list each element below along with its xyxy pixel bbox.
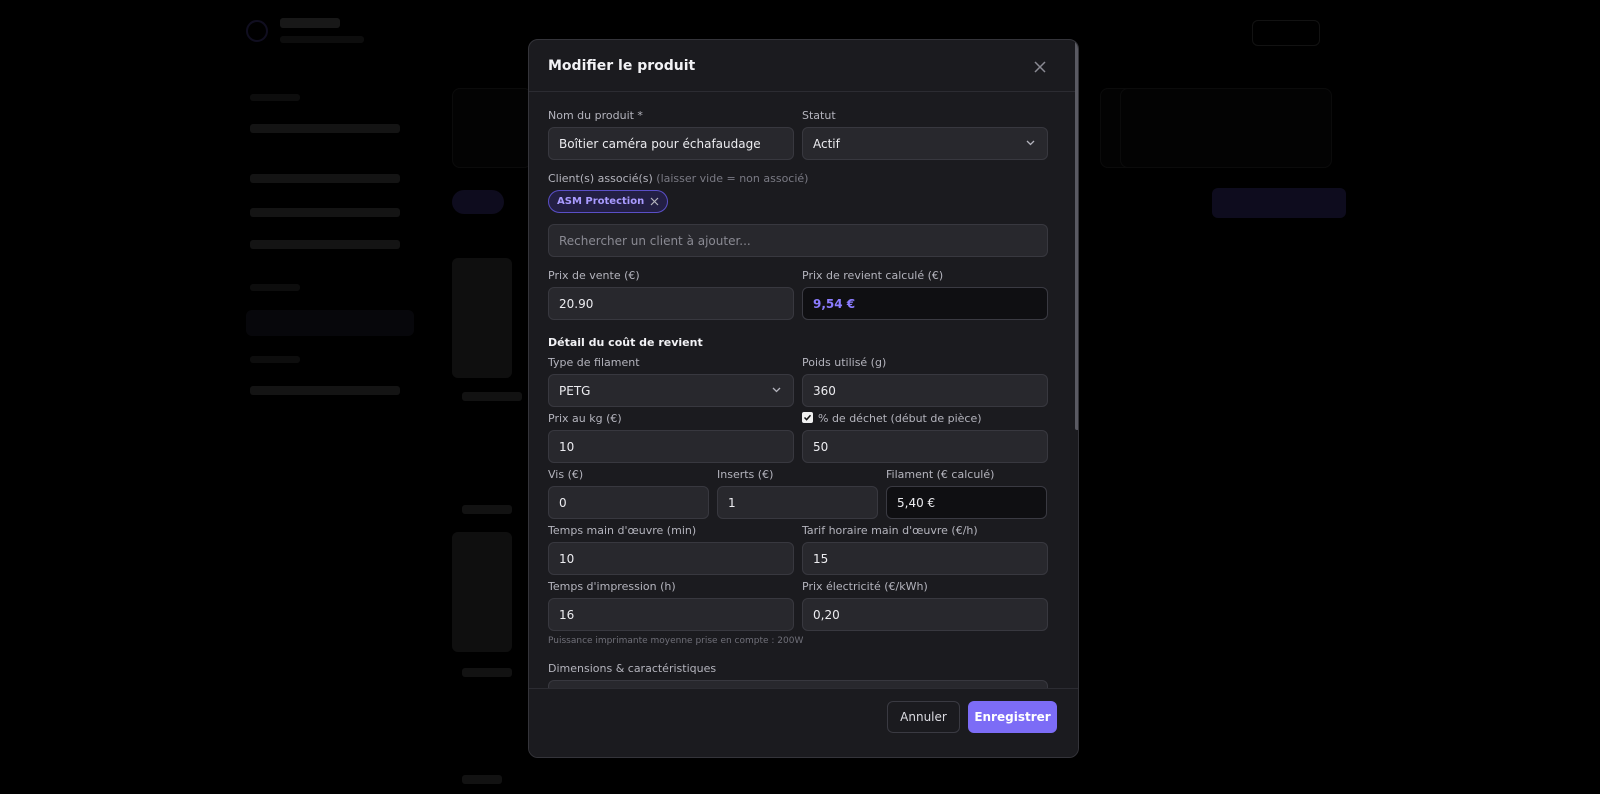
bg-sidebar-active-item bbox=[246, 310, 414, 336]
remove-chip-icon[interactable] bbox=[650, 197, 659, 206]
bg-sidebar-section bbox=[250, 284, 300, 291]
bg-brand-title bbox=[280, 18, 340, 28]
print-time-input[interactable]: 16 bbox=[548, 598, 794, 631]
cost-detail-heading: Détail du coût de revient bbox=[548, 336, 703, 349]
weight-input[interactable]: 360 bbox=[802, 374, 1048, 407]
edit-product-modal: Modifier le produit Nom du produit * Boî… bbox=[528, 39, 1079, 758]
electricity-label: Prix électricité (€/kWh) bbox=[802, 580, 928, 593]
inserts-input[interactable]: 1 bbox=[717, 486, 878, 519]
modal-title: Modifier le produit bbox=[548, 58, 696, 74]
clients-hint: (laisser vide = non associé) bbox=[656, 172, 809, 185]
chevron-down-icon bbox=[1026, 140, 1035, 146]
bg-stat-card bbox=[1120, 88, 1332, 168]
filament-type-value: PETG bbox=[559, 383, 591, 398]
bg-sidebar-section bbox=[250, 356, 300, 363]
client-chip: ASM Protection bbox=[548, 190, 669, 213]
chevron-down-icon bbox=[772, 387, 781, 393]
labor-time-label: Temps main d'œuvre (min) bbox=[548, 524, 697, 537]
app-logo-icon bbox=[246, 20, 268, 42]
client-search-input[interactable]: Rechercher un client à ajouter... bbox=[548, 224, 1048, 257]
clients-label-text: Client(s) associé(s) bbox=[548, 172, 653, 185]
save-button[interactable]: Enregistrer bbox=[968, 701, 1057, 733]
bg-sidebar-item bbox=[250, 240, 400, 249]
bg-new-product-button bbox=[1212, 188, 1346, 218]
print-time-label: Temps d'impression (h) bbox=[548, 580, 676, 593]
electricity-input[interactable]: 0,20 bbox=[802, 598, 1048, 631]
filament-cost-label: Filament (€ calculé) bbox=[886, 468, 995, 481]
bg-sidebar-section bbox=[250, 94, 300, 101]
labor-rate-label: Tarif horaire main d'œuvre (€/h) bbox=[802, 524, 978, 537]
clients-label: Client(s) associé(s) (laisser vide = non… bbox=[548, 172, 808, 185]
bg-brand-subtitle bbox=[280, 36, 364, 43]
cost-price-output: 9,54 € bbox=[802, 287, 1048, 320]
checkmark-icon bbox=[803, 414, 812, 421]
screws-label: Vis (€) bbox=[548, 468, 584, 481]
price-per-kg-input[interactable]: 10 bbox=[548, 430, 794, 463]
labor-time-input[interactable]: 10 bbox=[548, 542, 794, 575]
sale-price-label: Prix de vente (€) bbox=[548, 269, 640, 282]
bg-text-line bbox=[462, 668, 512, 677]
client-chip-label: ASM Protection bbox=[557, 196, 645, 207]
bg-product-image bbox=[452, 532, 512, 652]
waste-label: % de déchet (début de pièce) bbox=[818, 412, 982, 425]
screws-input[interactable]: 0 bbox=[548, 486, 709, 519]
bg-sidebar-item bbox=[250, 208, 400, 217]
bg-product-image bbox=[452, 258, 512, 378]
close-icon bbox=[1034, 61, 1046, 73]
cancel-button[interactable]: Annuler bbox=[887, 701, 960, 733]
inserts-label: Inserts (€) bbox=[717, 468, 774, 481]
status-select[interactable]: Actif bbox=[802, 127, 1048, 160]
bg-stat-card bbox=[452, 88, 532, 168]
bg-text-line bbox=[462, 775, 502, 784]
product-name-input[interactable]: Boîtier caméra pour échafaudage bbox=[548, 127, 794, 160]
close-button[interactable] bbox=[1029, 56, 1051, 78]
bg-filter-pill bbox=[452, 190, 504, 214]
bg-text-line bbox=[462, 392, 522, 401]
filament-cost-output: 5,40 € bbox=[886, 486, 1047, 519]
bg-sidebar-item bbox=[250, 386, 400, 395]
product-name-label: Nom du produit * bbox=[548, 109, 643, 122]
filament-type-label: Type de filament bbox=[548, 356, 640, 369]
price-per-kg-label: Prix au kg (€) bbox=[548, 412, 622, 425]
bg-top-button bbox=[1252, 20, 1320, 46]
modal-header: Modifier le produit bbox=[529, 40, 1078, 92]
power-note: Puissance imprimante moyenne prise en co… bbox=[548, 636, 804, 646]
bg-sidebar-item bbox=[250, 124, 400, 133]
waste-checkbox[interactable] bbox=[802, 412, 813, 423]
modal-scrollbar[interactable] bbox=[1075, 40, 1078, 430]
sale-price-input[interactable]: 20.90 bbox=[548, 287, 794, 320]
labor-rate-input[interactable]: 15 bbox=[802, 542, 1048, 575]
waste-input[interactable]: 50 bbox=[802, 430, 1048, 463]
status-select-value: Actif bbox=[813, 136, 840, 151]
bg-text-line bbox=[462, 505, 512, 514]
dimensions-label: Dimensions & caractéristiques bbox=[548, 662, 717, 675]
bg-sidebar-item bbox=[250, 174, 400, 183]
weight-label: Poids utilisé (g) bbox=[802, 356, 887, 369]
modal-footer: Annuler Enregistrer bbox=[529, 688, 1078, 757]
status-label: Statut bbox=[802, 109, 836, 122]
filament-type-select[interactable]: PETG bbox=[548, 374, 794, 407]
cost-price-label: Prix de revient calculé (€) bbox=[802, 269, 944, 282]
